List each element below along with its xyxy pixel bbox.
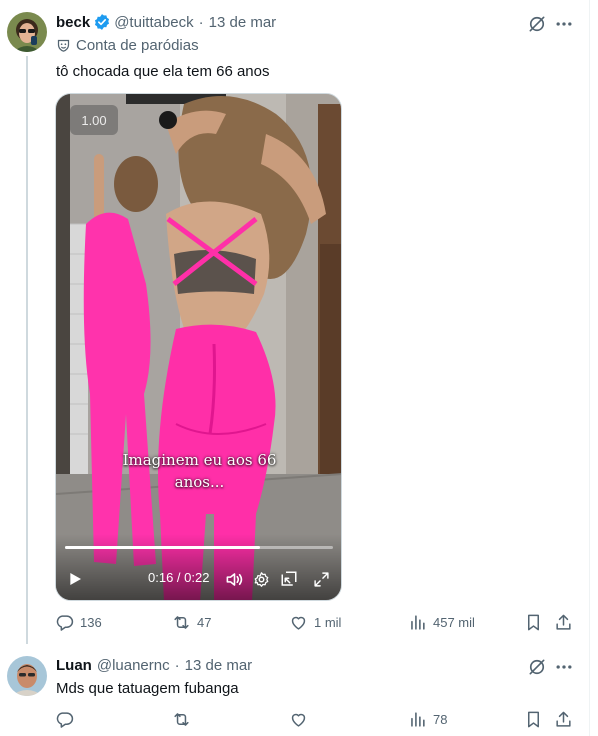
fullscreen-icon[interactable] [310, 568, 332, 590]
video-caption: Imaginem eu aos 66 anos... [56, 449, 341, 493]
tweet-date[interactable]: 13 de mar [209, 14, 277, 31]
share-button[interactable] [554, 613, 573, 632]
bookmark-icon [527, 614, 540, 631]
parody-label: Conta de paródias [56, 37, 199, 54]
separator: · [174, 657, 180, 674]
video-player[interactable]: 1.00 Imaginem eu aos 66 anos... 0:16 / 0… [55, 93, 342, 601]
play-icon[interactable] [64, 568, 86, 590]
avatar[interactable] [7, 12, 47, 52]
retweet-button[interactable]: 47 [172, 613, 211, 632]
reply-handle[interactable]: @luanernc [97, 657, 170, 674]
analytics-icon [411, 712, 425, 727]
reply-icon [56, 615, 74, 631]
view-count: 457 mil [433, 615, 475, 630]
reply-button[interactable]: 136 [55, 613, 102, 632]
bookmark-icon [527, 711, 540, 728]
grok-icon[interactable] [527, 14, 547, 34]
column-border [589, 0, 590, 736]
more-icon[interactable] [554, 657, 574, 677]
tweet-text: tô chocada que ela tem 66 anos [56, 63, 270, 80]
video-progress-fill [65, 546, 260, 549]
reply-button[interactable] [55, 710, 74, 729]
analytics-icon [411, 615, 425, 630]
video-controls: 0:16 / 0:22 [56, 558, 341, 598]
settings-gear-icon[interactable] [250, 568, 272, 590]
picture-in-picture-icon[interactable] [278, 568, 300, 590]
bookmark-button[interactable] [524, 613, 543, 632]
tweet-actions: 136 47 1 mil 457 mil [55, 613, 575, 637]
video-frame [56, 94, 341, 600]
share-icon [556, 711, 571, 727]
retweet-count: 47 [197, 615, 212, 630]
more-icon[interactable] [554, 14, 574, 34]
reply-header: Luan @luanernc · 13 de mar [56, 657, 252, 674]
reply-icon [56, 712, 74, 728]
author-handle[interactable]: @tuittabeck [114, 14, 193, 31]
volume-icon[interactable] [223, 568, 245, 590]
theater-mask-icon [57, 39, 70, 52]
playback-speed-badge[interactable]: 1.00 [70, 105, 118, 135]
bookmark-button[interactable] [524, 710, 543, 729]
retweet-icon [174, 616, 189, 629]
like-button[interactable] [289, 710, 308, 729]
heart-icon [291, 616, 306, 630]
separator: · [198, 13, 204, 31]
views-button[interactable]: 78 [408, 710, 447, 729]
caption-line-1: Imaginem eu aos 66 [122, 451, 277, 469]
reply-date[interactable]: 13 de mar [185, 657, 253, 674]
video-progress-bar[interactable] [65, 546, 333, 549]
views-button[interactable]: 457 mil [408, 613, 475, 632]
view-count: 78 [433, 712, 448, 727]
reply-avatar[interactable] [7, 656, 47, 696]
retweet-icon [174, 713, 189, 726]
thread-line [26, 56, 28, 644]
retweet-button[interactable] [172, 710, 191, 729]
verified-badge-icon [93, 13, 111, 31]
video-time: 0:16 / 0:22 [148, 570, 210, 585]
tweet-header: beck @tuittabeck · 13 de mar [56, 13, 276, 31]
reply-count: 136 [80, 615, 102, 630]
parody-text: Conta de paródias [76, 37, 199, 54]
caption-line-2: anos... [174, 473, 225, 491]
share-icon [556, 614, 571, 630]
reply-author-name[interactable]: Luan [56, 657, 92, 674]
author-name[interactable]: beck [56, 14, 90, 31]
grok-icon[interactable] [527, 657, 547, 677]
share-button[interactable] [554, 710, 573, 729]
heart-icon [291, 713, 306, 727]
like-button[interactable]: 1 mil [289, 613, 341, 632]
like-count: 1 mil [314, 615, 342, 630]
reply-actions: 78 [55, 710, 575, 734]
reply-text: Mds que tatuagem fubanga [56, 680, 239, 697]
